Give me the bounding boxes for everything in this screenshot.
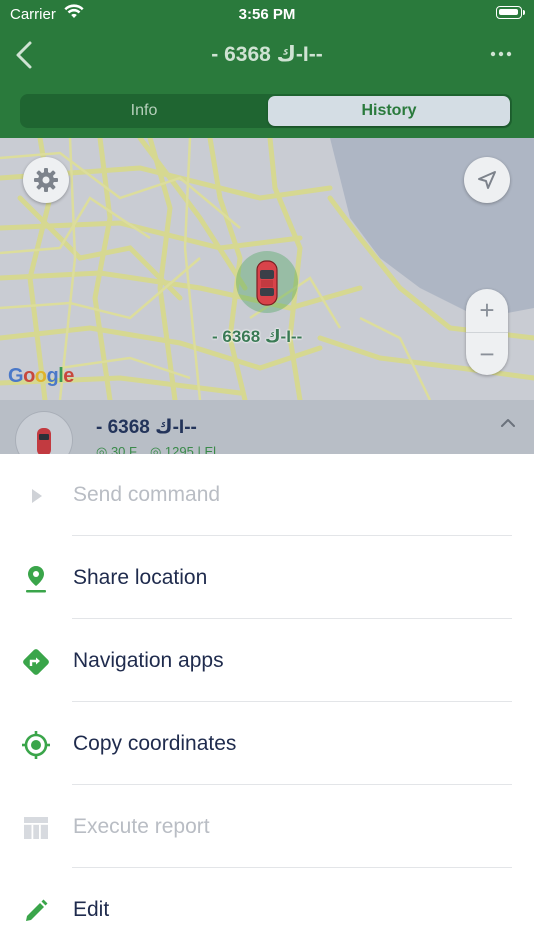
- action-label: Share location: [73, 566, 208, 589]
- status-bar: Carrier 3:56 PM: [0, 0, 534, 28]
- google-logo: Google: [8, 365, 74, 387]
- tab-history[interactable]: History: [268, 96, 510, 126]
- gear-icon: [34, 168, 58, 192]
- table-icon: [20, 812, 52, 844]
- vehicle-subtitle: ◎ 30 F... ◎ 1295 | El...: [96, 444, 227, 454]
- action-sheet: Send command Share location Navigation a…: [0, 454, 534, 950]
- battery-icon: [496, 6, 525, 19]
- more-horizontal-icon: [490, 51, 512, 57]
- action-share-location[interactable]: Share location: [20, 537, 512, 619]
- pin-icon: [20, 563, 52, 595]
- action-label: Navigation apps: [73, 649, 224, 672]
- action-edit[interactable]: Edit: [20, 869, 512, 951]
- my-location-button[interactable]: [464, 157, 510, 203]
- action-execute-report[interactable]: Execute report: [20, 786, 512, 868]
- divider: [72, 784, 512, 785]
- action-label: Edit: [73, 898, 110, 921]
- more-button[interactable]: [486, 44, 516, 64]
- map-settings-button[interactable]: [23, 157, 69, 203]
- vehicle-name: - ك 6368-I--: [96, 417, 197, 438]
- action-copy-coordinates[interactable]: Copy coordinates: [20, 703, 512, 785]
- zoom-control: + −: [466, 289, 508, 375]
- zoom-in-button[interactable]: +: [466, 289, 508, 332]
- action-label: Send command: [73, 483, 221, 506]
- action-send-command[interactable]: Send command: [20, 454, 512, 536]
- car-icon: [37, 428, 51, 454]
- divider: [72, 701, 512, 702]
- zoom-out-button[interactable]: −: [466, 332, 508, 375]
- pencil-icon: [20, 895, 52, 927]
- chevron-left-icon: [16, 41, 32, 69]
- tab-info[interactable]: Info: [22, 96, 266, 126]
- action-label: Copy coordinates: [73, 732, 237, 755]
- chevron-up-icon[interactable]: [498, 416, 518, 435]
- car-marker-icon[interactable]: [254, 258, 280, 313]
- action-label: Execute report: [73, 815, 210, 838]
- divider: [72, 535, 512, 536]
- vehicle-avatar: [16, 412, 72, 454]
- crosshair-icon: [20, 729, 52, 761]
- map-vehicle-label: - ك 6368-I--: [212, 327, 303, 346]
- vehicle-card[interactable]: - ك 6368-I-- ◎ 30 F... ◎ 1295 | El...: [0, 400, 534, 454]
- direction-icon: [20, 646, 52, 678]
- back-button[interactable]: [10, 38, 40, 72]
- divider: [72, 867, 512, 868]
- action-navigation-apps[interactable]: Navigation apps: [20, 620, 512, 702]
- divider: [72, 618, 512, 619]
- location-arrow-icon: [478, 171, 496, 189]
- play-icon: [20, 480, 52, 512]
- status-time: 3:56 PM: [238, 6, 296, 23]
- segmented-control: Info History: [20, 94, 512, 128]
- page-title: - ك 6368-I--: [211, 43, 323, 66]
